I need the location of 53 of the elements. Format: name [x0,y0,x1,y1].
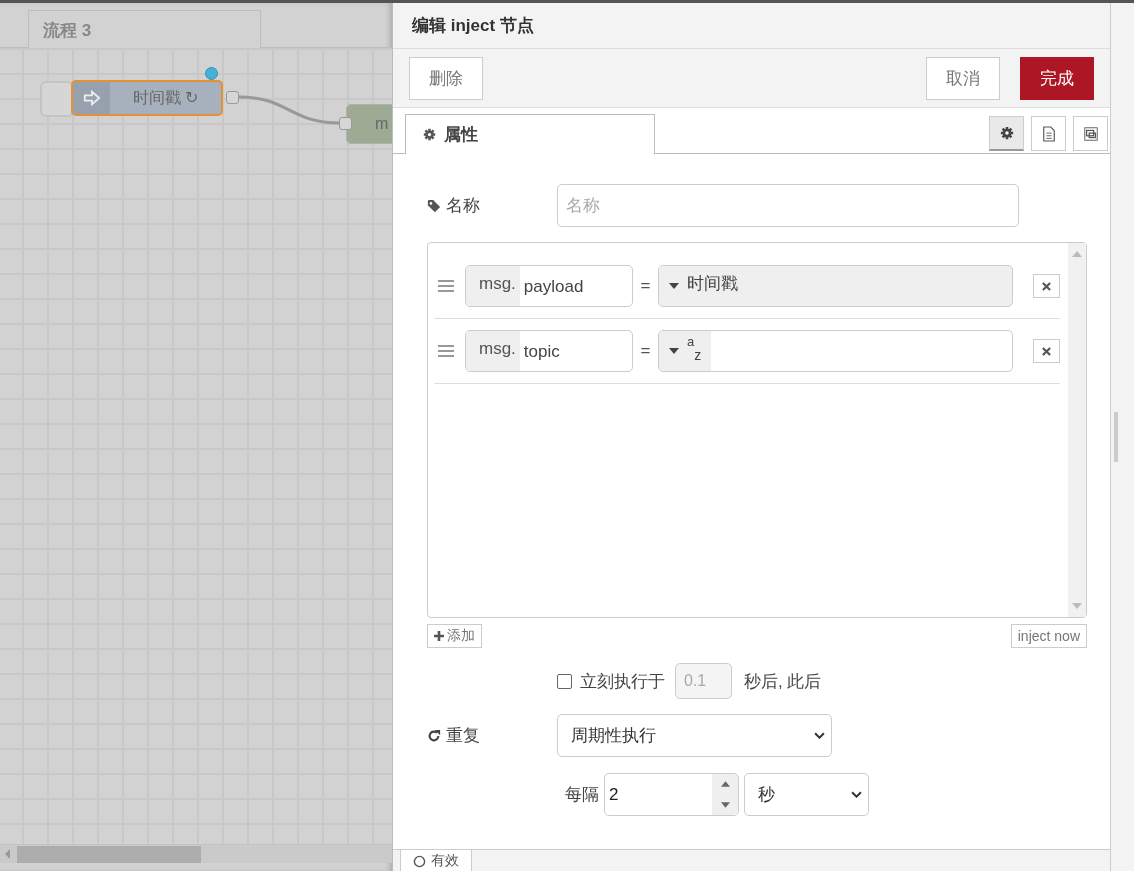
node-button[interactable] [40,81,74,117]
frame-tab-button[interactable] [1073,116,1108,151]
node-label: m [374,115,390,133]
interval-label: 每隔 [565,784,599,806]
equals-sign: = [639,276,652,296]
plus-icon [434,631,444,641]
remove-button[interactable] [1033,274,1060,298]
inject-now-button[interactable]: inject now [1010,624,1087,648]
repeat-select[interactable]: 周期性执行 [557,714,832,757]
up-arrow-icon[interactable] [720,781,730,788]
property-input[interactable]: msg. topic [465,330,633,372]
down-arrow-icon[interactable] [720,801,730,808]
frame-icon [1082,125,1099,142]
add-button[interactable]: 添加 [427,624,482,648]
document-tab-button[interactable] [1031,116,1066,151]
done-button[interactable]: 完成 [1020,56,1094,100]
delay-suffix: 秒后, 此后 [744,670,822,693]
panel-title: 编辑 inject 节点 [412,15,534,37]
close-icon [1042,281,1051,291]
once-label: 立刻执行于 [580,670,665,693]
wire[interactable] [239,95,340,125]
name-input[interactable]: 名称 [557,184,1019,227]
delete-button[interactable]: 删除 [409,56,483,100]
checkbox[interactable] [557,673,572,689]
gear-tab-button[interactable] [989,116,1024,151]
drag-handle-icon[interactable] [438,280,454,292]
document-icon [1041,125,1056,142]
node-label: 时间戳 ↻ [131,87,200,108]
equals-sign: = [639,341,652,361]
value-input[interactable]: 时间戳 [658,265,1013,307]
gear-icon [423,128,436,141]
properties-tab[interactable]: 属性 [405,114,655,154]
refresh-icon [427,728,441,743]
chevron-icon [814,732,825,739]
chevron-icon [851,791,862,798]
enabled-toggle[interactable]: 有效 [400,850,472,871]
caret-icon [669,283,679,289]
close-icon [1042,346,1051,356]
output-port[interactable] [226,91,239,104]
interval-spinner[interactable]: 2 [604,773,739,816]
repeat-label: 重复 [427,724,557,747]
drag-handle-icon[interactable] [438,345,454,357]
tag-icon [427,198,441,213]
unit-select[interactable]: 秒 [744,773,869,816]
settings-icon [999,126,1014,140]
circle-icon [413,854,426,868]
remove-button[interactable] [1033,339,1060,363]
name-label: 名称 [427,194,557,217]
horizontal-scrollbar[interactable] [0,844,392,863]
property-input[interactable]: msg. payload [465,265,633,307]
input-port[interactable] [339,117,352,130]
cancel-button[interactable]: 取消 [926,56,1000,100]
caret-icon [669,348,679,354]
